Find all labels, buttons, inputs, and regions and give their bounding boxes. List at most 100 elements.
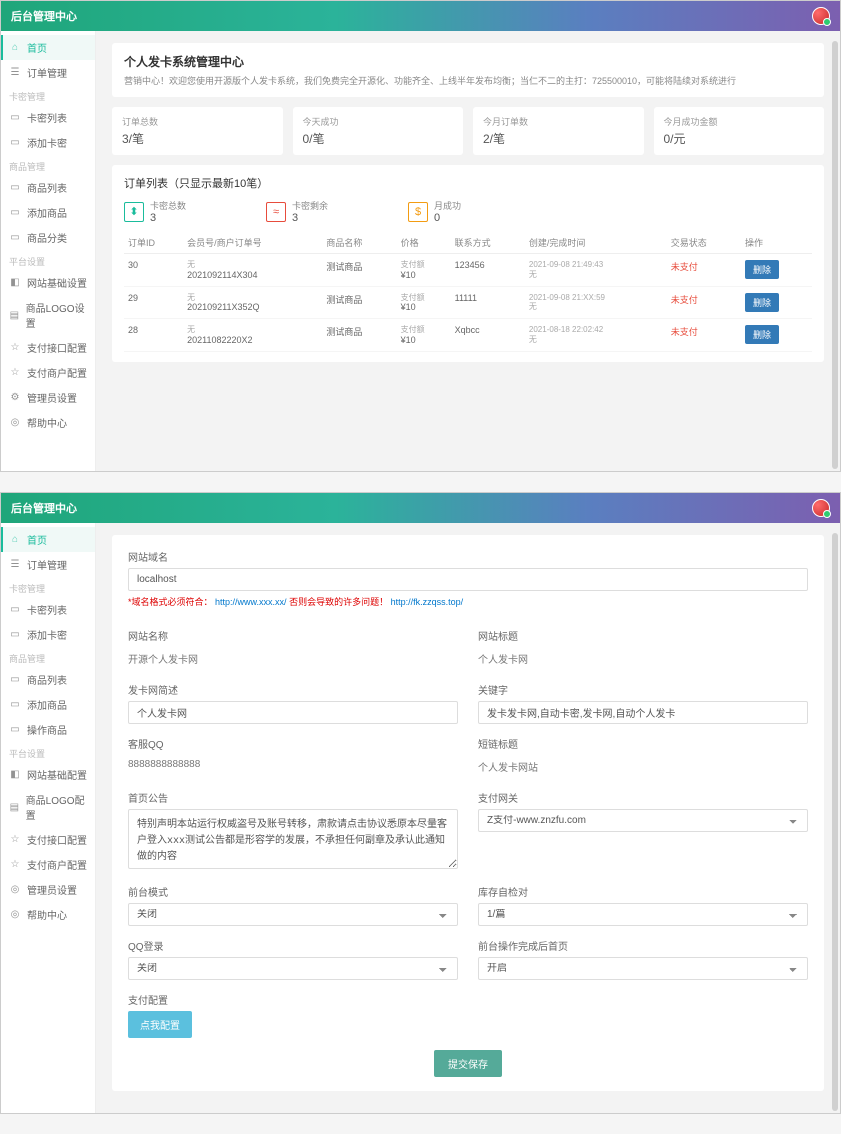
cell-order: 无2021092114X304	[183, 254, 322, 287]
sidebar-item[interactable]: ▭添加卡密	[1, 130, 95, 155]
sidebar-item[interactable]: ▭商品列表	[1, 667, 95, 692]
sidebar-item[interactable]: ▭操作商品	[1, 717, 95, 742]
sidebar-item[interactable]: ◧网站基础配置	[1, 762, 95, 787]
site-name-value: 开源个人发卡网	[128, 647, 458, 670]
delete-button[interactable]: 删除	[745, 260, 779, 279]
tip-select[interactable]: 开启	[478, 957, 808, 980]
tip-label: 前台操作完成后首页	[478, 938, 808, 953]
app-title: 后台管理中心	[11, 8, 77, 24]
inventory-select[interactable]: 1/篇	[478, 903, 808, 926]
nav-icon: ⌂	[9, 42, 21, 54]
delete-button[interactable]: 删除	[745, 293, 779, 312]
nav-icon: ☆	[9, 859, 21, 871]
cell-id: 29	[124, 286, 183, 319]
cell-product: 测试商品	[322, 319, 396, 352]
cell-contact: 123456	[451, 254, 525, 287]
notice-textarea[interactable]	[128, 809, 458, 869]
sidebar-item[interactable]: ☰ 订单管理	[1, 60, 95, 85]
nav-icon: ☰	[9, 67, 21, 79]
keywords-input[interactable]	[478, 701, 808, 724]
sidebar-item-label: 商品LOGO设置	[26, 300, 87, 330]
nav-icon: ▭	[9, 629, 21, 641]
dashboard-window: 后台管理中心 ⌂首页☰订单管理卡密管理▭卡密列表▭添加卡密商品管理▭商品列表▭添…	[0, 0, 841, 472]
nav-icon: ☆	[9, 342, 21, 354]
table-header: 交易状态	[667, 232, 741, 254]
site-desc-label: 发卡网简述	[128, 682, 458, 697]
sidebar-item-label: 添加商品	[27, 697, 67, 712]
cell-time: 2021-08-18 22:02:42无	[525, 319, 667, 352]
mini-stat-label: 卡密总数	[150, 199, 186, 212]
cell-price: 支付额¥10	[397, 319, 451, 352]
sidebar-item[interactable]: ☰订单管理	[1, 552, 95, 577]
qq-label: 客服QQ	[128, 736, 458, 751]
site-desc-input[interactable]	[128, 701, 458, 724]
stat-label: 订单总数	[122, 115, 273, 128]
sidebar-item[interactable]: ◎帮助中心	[1, 902, 95, 927]
sidebar-item[interactable]: ⌂首页	[1, 527, 95, 552]
sidebar-item-label: 商品分类	[27, 230, 67, 245]
cell-action: 删除	[741, 254, 812, 287]
stat-card: 订单总数3/笔	[112, 107, 283, 155]
sidebar-item[interactable]: ▭添加商品	[1, 200, 95, 225]
sidebar-item-label: 卡密列表	[27, 602, 67, 617]
sidebar: ⌂首页☰订单管理卡密管理▭卡密列表▭添加卡密商品管理▭商品列表▭添加商品▭商品分…	[1, 31, 96, 471]
avatar[interactable]	[812, 499, 830, 517]
sidebar-item[interactable]: ◎管理员设置	[1, 877, 95, 902]
site-url-input[interactable]	[128, 568, 808, 591]
inventory-label: 库存自检对	[478, 884, 808, 899]
sidebar-item[interactable]: ◧网站基础设置	[1, 270, 95, 295]
warn-link-1[interactable]: http://www.xxx.xx/	[215, 597, 287, 607]
warn-link-2[interactable]: http://fk.zzqss.top/	[391, 597, 464, 607]
mini-stat-value: 3	[150, 212, 186, 224]
sidebar-item[interactable]: ▭添加卡密	[1, 622, 95, 647]
pay-gateway-select[interactable]: Z支付-www.znzfu.com	[478, 809, 808, 832]
avatar[interactable]	[812, 7, 830, 25]
sidebar-item-label: 支付接口配置	[27, 340, 87, 355]
notice-label: 首页公告	[128, 790, 458, 805]
stat-label: 今月订单数	[483, 115, 634, 128]
cell-id: 28	[124, 319, 183, 352]
sidebar-item[interactable]: ▤商品LOGO配置	[1, 787, 95, 827]
submit-button[interactable]: 提交保存	[434, 1050, 502, 1077]
site-name-label: 网站名称	[128, 628, 458, 643]
pay-cfg-button[interactable]: 点我配置	[128, 1011, 192, 1038]
sidebar-item[interactable]: ⌂首页	[1, 35, 95, 60]
sidebar-item-label: 操作商品	[27, 722, 67, 737]
sidebar-item[interactable]: ☆支付商户配置	[1, 852, 95, 877]
cell-id: 30	[124, 254, 183, 287]
sidebar-item[interactable]: ▭卡密列表	[1, 105, 95, 130]
sidebar-item[interactable]: ☆支付商户配置	[1, 360, 95, 385]
stat-card: 今月订单数2/笔	[473, 107, 644, 155]
sidebar-item[interactable]: ▭添加商品	[1, 692, 95, 717]
main-content: 网站域名 *域名格式必须符合： http://www.xxx.xx/ 否则会导致…	[96, 523, 840, 1113]
sidebar-item[interactable]: ▭ 商品分类	[1, 225, 95, 250]
qq-login-select[interactable]: 关闭	[128, 957, 458, 980]
nav-icon: ▭	[9, 182, 21, 194]
sidebar-item-label: 网站基础配置	[27, 767, 87, 782]
nav-group-label: 商品管理	[1, 155, 95, 175]
sidebar-item[interactable]: ▤商品LOGO设置	[1, 295, 95, 335]
delete-button[interactable]: 删除	[745, 325, 779, 344]
mini-stat-icon: ≈	[266, 202, 286, 222]
sidebar-item[interactable]: ☆ 支付接口配置	[1, 335, 95, 360]
nav-icon: ☆	[9, 367, 21, 379]
sidebar-item-label: 订单管理	[27, 557, 67, 572]
cell-status: 未支付	[667, 254, 741, 287]
nav-icon: ▭	[9, 604, 21, 616]
sidebar-item[interactable]: ⚙管理员设置	[1, 385, 95, 410]
nav-icon: ▭	[9, 137, 21, 149]
nav-icon: ◧	[9, 277, 21, 289]
table-header: 订单ID	[124, 232, 183, 254]
sidebar-item[interactable]: ☆支付接口配置	[1, 827, 95, 852]
sidebar-item-label: 订单管理	[27, 65, 67, 80]
sidebar-item-label: 首页	[27, 532, 47, 547]
sidebar-item[interactable]: ◎帮助中心	[1, 410, 95, 435]
nav-icon: ▭	[9, 232, 21, 244]
sidebar-item[interactable]: ▭ 卡密列表	[1, 597, 95, 622]
sidebar-item-label: 帮助中心	[27, 907, 67, 922]
sidebar-item-label: 商品列表	[27, 672, 67, 687]
sidebar-item[interactable]: ▭ 商品列表	[1, 175, 95, 200]
sidebar-item-label: 商品列表	[27, 180, 67, 195]
tpl-select[interactable]: 关闭	[128, 903, 458, 926]
table-row: 29无202109211X352Q测试商品支付额¥10111112021-09-…	[124, 286, 812, 319]
